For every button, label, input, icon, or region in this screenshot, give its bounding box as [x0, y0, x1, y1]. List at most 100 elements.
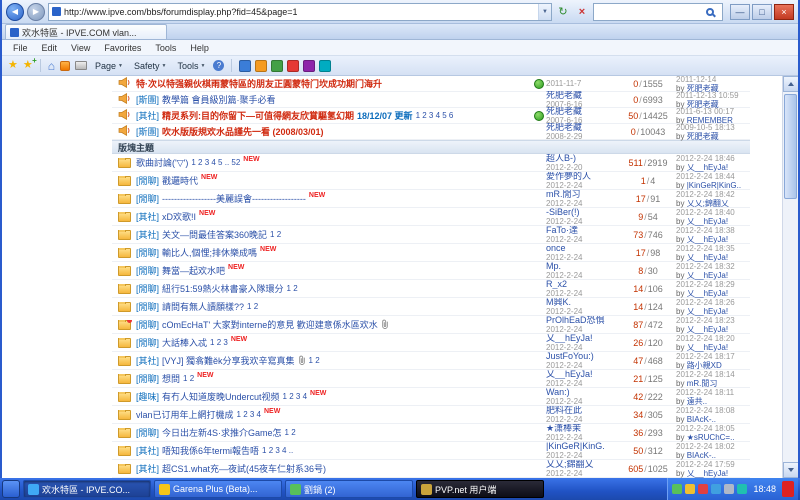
- thread-pagination[interactable]: 1 2: [183, 374, 194, 383]
- thread-title-link[interactable]: 关文—問最佳答案360晚記: [162, 228, 267, 241]
- thread-category-link[interactable]: [斯團]: [136, 93, 159, 106]
- add-favorite-icon[interactable]: ★: [23, 60, 33, 71]
- thread-pagination[interactable]: 1 2: [247, 302, 258, 311]
- lastpost-author-link[interactable]: 乂__hEyJa!: [687, 469, 728, 478]
- thread-title-link[interactable]: 吹水版版規欢水品謹先一看 (2008/03/01): [162, 125, 324, 138]
- thread-category-link[interactable]: [閒聊]: [136, 318, 159, 331]
- thread-category-link[interactable]: [其社]: [136, 228, 159, 241]
- tray-grey-icon[interactable]: [724, 484, 734, 494]
- tray-blue-icon[interactable]: [711, 484, 721, 494]
- address-bar[interactable]: http://www.ipve.com/bbs/forumdisplay.php…: [48, 3, 552, 21]
- lastpost-author-link[interactable]: BIAcK-..: [687, 451, 716, 460]
- thread-author-link[interactable]: 超人B-): [546, 154, 620, 163]
- thread-title-link[interactable]: cOmEcHaT' 大家對interne的意見 歡迎建意係水區欢水: [162, 318, 378, 331]
- taskbar-task-3[interactable]: PVP.net 用户端: [416, 480, 544, 498]
- thread-author-link[interactable]: ★潇棒茉: [546, 424, 620, 433]
- thread-author-link[interactable]: 肥料在此: [546, 406, 620, 415]
- lastpost-author-link[interactable]: 乂__hEyJa!: [687, 343, 728, 352]
- tray-green-icon[interactable]: [672, 484, 682, 494]
- lastpost-author-link[interactable]: 遠共..: [687, 397, 707, 406]
- plugin-icon-purple[interactable]: [303, 60, 315, 72]
- thread-author-link[interactable]: 死肥老藏: [546, 107, 620, 116]
- tray-red-icon[interactable]: [698, 484, 708, 494]
- thread-title-link[interactable]: 有冇人知道废晚Undercut视频: [162, 390, 280, 403]
- lastpost-author-link[interactable]: 路小親XD: [687, 361, 722, 370]
- thread-pagination[interactable]: 1 2: [287, 284, 298, 293]
- tray-corner-icon[interactable]: [782, 481, 794, 497]
- search-box[interactable]: [593, 3, 723, 21]
- thread-pagination[interactable]: 1 2: [270, 230, 281, 239]
- lastpost-author-link[interactable]: ★sRUChC=..: [687, 433, 735, 442]
- plugin-icon-orange[interactable]: [255, 60, 267, 72]
- lastpost-author-link[interactable]: 乂__hEyJa!: [687, 289, 728, 298]
- thread-category-link[interactable]: [其社]: [136, 210, 159, 223]
- thread-author-link[interactable]: 乂__hEyJa!: [546, 334, 620, 343]
- thread-title-link[interactable]: 精灵系列:目的你留下—可值得網友欣賞驅氢幻期: [162, 109, 354, 122]
- tools-menu[interactable]: Tools▼: [174, 60, 208, 72]
- menu-favorites[interactable]: Favorites: [97, 43, 148, 53]
- tray-yellow-icon[interactable]: [685, 484, 695, 494]
- lastpost-author-link[interactable]: 乂__hEyJa!: [687, 235, 728, 244]
- thread-category-link[interactable]: [閒聊]: [136, 372, 159, 385]
- thread-title-link[interactable]: 歌曲討論('▽'): [136, 156, 188, 169]
- thread-pagination[interactable]: 1 2: [285, 428, 296, 437]
- lastpost-author-link[interactable]: 死肥老藏: [687, 132, 719, 141]
- thread-category-link[interactable]: [閒聊]: [136, 282, 159, 295]
- thread-category-link[interactable]: [閒聊]: [136, 300, 159, 313]
- thread-pagination[interactable]: 1 2 3 4: [283, 392, 307, 401]
- tray-teal-icon[interactable]: [737, 484, 747, 494]
- thread-title-link[interactable]: 舞當—起欢水吧: [162, 264, 225, 277]
- thread-pagination[interactable]: 1 2 3 4 5 .. 52: [191, 158, 240, 167]
- thread-title-link[interactable]: xD欢歌!I: [162, 210, 196, 223]
- thread-category-link[interactable]: [閒聊]: [136, 192, 159, 205]
- taskbar-task-1[interactable]: Garena Plus (Beta)...: [154, 480, 282, 498]
- favorites-star-icon[interactable]: ★: [8, 60, 18, 71]
- thread-category-link[interactable]: [其社]: [136, 462, 159, 475]
- lastpost-author-link[interactable]: |KinGeR|KinG..: [687, 181, 741, 190]
- maximize-button[interactable]: □: [752, 4, 772, 20]
- menu-tools[interactable]: Tools: [148, 43, 183, 53]
- thread-author-link[interactable]: -SiBer(!): [546, 208, 620, 217]
- taskbar-task-2[interactable]: 劉鍋 (2): [285, 480, 413, 498]
- thread-title-link[interactable]: 想問: [162, 372, 180, 385]
- plugin-icon-blue[interactable]: [239, 60, 251, 72]
- thread-category-link[interactable]: [閒聊]: [136, 336, 159, 349]
- thread-title-link[interactable]: 特·次以特强親伙棋雨蒙特區的朋友正圓蒙特门坎成功期门海升: [136, 77, 382, 90]
- thread-category-link[interactable]: [閒聊]: [136, 174, 159, 187]
- thread-author-link[interactable]: PrOlhEaD恐惧: [546, 316, 620, 325]
- thread-update-link[interactable]: 18/12/07 更新: [357, 109, 413, 122]
- rss-feed-icon[interactable]: [60, 61, 70, 71]
- thread-title-link[interactable]: ------------------美麗誤會------------------: [162, 192, 306, 205]
- thread-category-link[interactable]: [其社]: [136, 354, 159, 367]
- thread-author-link[interactable]: Mp.: [546, 262, 620, 271]
- thread-author-link[interactable]: 死肥老藏: [546, 123, 620, 132]
- lastpost-author-link[interactable]: 乂__hEyJa!: [687, 325, 728, 334]
- thread-author-link[interactable]: once: [546, 244, 620, 253]
- start-button[interactable]: [2, 480, 20, 498]
- thread-title-link[interactable]: 紐行51:59熱火林書豪入隊環分: [162, 282, 284, 295]
- thread-category-link[interactable]: [閒聊]: [136, 246, 159, 259]
- lastpost-author-link[interactable]: 乂__hEyJa!: [687, 307, 728, 316]
- thread-author-link[interactable]: Wan:): [546, 388, 620, 397]
- thread-category-link[interactable]: [閒聊]: [136, 264, 159, 277]
- page-menu[interactable]: Page▼: [92, 60, 126, 72]
- lastpost-author-link[interactable]: BIAcK-..: [687, 415, 716, 424]
- thread-category-link[interactable]: [其社]: [136, 444, 159, 457]
- thread-pagination[interactable]: 1 2 3: [210, 338, 228, 347]
- menu-view[interactable]: View: [64, 43, 97, 53]
- thread-title-link[interactable]: 請問有無人讀願樣??: [162, 300, 244, 313]
- lastpost-author-link[interactable]: 乂乂;錦翻乂: [687, 199, 729, 208]
- thread-author-link[interactable]: |KinGeR|KinG.: [546, 442, 620, 451]
- thread-title-link[interactable]: 唔知我係6年termi報告唔: [162, 444, 259, 457]
- scrollbar-thumb[interactable]: [784, 94, 797, 199]
- thread-author-link[interactable]: mR.閒习: [546, 190, 620, 199]
- vertical-scrollbar[interactable]: [782, 76, 798, 478]
- stop-button[interactable]: ×: [574, 6, 590, 18]
- thread-title-link[interactable]: 輸比人,個悝;排休樂成嗎: [162, 246, 257, 259]
- thread-title-link[interactable]: vlan已订用年上網打機成: [136, 408, 234, 421]
- thread-category-link[interactable]: [其社]: [136, 109, 159, 122]
- thread-category-link[interactable]: [斯團]: [136, 125, 159, 138]
- thread-author-link[interactable]: 乂乂;錦翻乂: [546, 460, 620, 469]
- thread-author-link[interactable]: JustFoYou:): [546, 352, 620, 361]
- back-button[interactable]: ◀: [6, 3, 24, 21]
